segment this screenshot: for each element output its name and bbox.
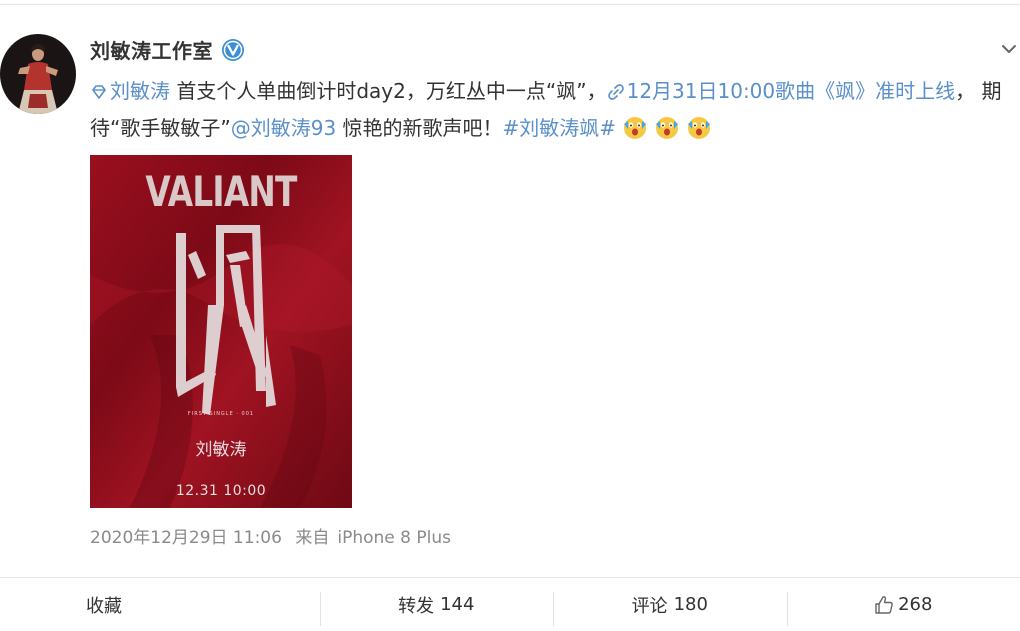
- topic-link-label: 刘敏涛: [110, 79, 170, 103]
- comment-button[interactable]: 评论 180: [553, 578, 787, 631]
- date-link[interactable]: 12月31日10:00歌曲《飒》准时上线: [607, 79, 956, 103]
- poster-subtitle: FIRST SINGLE · 001: [187, 411, 255, 417]
- collect-label: 收藏: [86, 595, 122, 617]
- collect-button[interactable]: 收藏: [0, 578, 320, 631]
- post-text: 刘敏涛 首支个人单曲倒计时day2，万红丛中一点“飒”， 12月31日10:00歌…: [90, 73, 1002, 147]
- author-name[interactable]: 刘敏涛工作室: [90, 35, 213, 64]
- like-count: 268: [898, 594, 933, 615]
- chevron-down-icon[interactable]: [1000, 40, 1018, 58]
- source-device[interactable]: iPhone 8 Plus: [337, 528, 451, 548]
- emoji-shocked-icon: [624, 117, 647, 139]
- verified-badge-icon: [222, 38, 244, 61]
- link-chain-icon: [607, 84, 624, 100]
- emoji-shocked-icon: [688, 117, 711, 139]
- repost-button[interactable]: 转发 144: [319, 578, 554, 631]
- post-meta: 2020年12月29日 11:06 来自 iPhone 8 Plus: [90, 523, 451, 548]
- poster-artist: 刘敏涛: [195, 440, 247, 460]
- poster-title: VALIANT: [145, 167, 297, 216]
- post-image[interactable]: VALIANT FIRST SINGLE · 001 刘敏涛 12.31 10:…: [90, 155, 352, 508]
- hashtag-link[interactable]: #刘敏涛飒#: [503, 116, 617, 140]
- repost-label: 转发: [398, 595, 435, 617]
- post-time[interactable]: 2020年12月29日 11:06: [90, 528, 282, 548]
- mention-link[interactable]: @刘敏涛93: [231, 116, 336, 140]
- post-text-part1: 首支个人单曲倒计时day2，万红丛中一点“飒”，: [170, 79, 607, 103]
- author-block: 刘敏涛工作室: [90, 35, 245, 64]
- action-bar: 收藏 转发 144 评论 180 268: [0, 578, 1020, 631]
- repost-count: 144: [440, 594, 475, 615]
- date-link-label: 12月31日10:00歌曲《飒》准时上线: [626, 79, 956, 103]
- top-divider: [0, 4, 1020, 5]
- super-topic-icon: [92, 85, 106, 99]
- emoji-shocked-icon: [656, 117, 679, 139]
- topic-link[interactable]: 刘敏涛: [90, 79, 170, 103]
- like-button[interactable]: 268: [786, 578, 1020, 631]
- source-prefix: 来自: [295, 528, 330, 548]
- thumbs-up-icon: [875, 595, 893, 614]
- comment-count: 180: [673, 594, 708, 615]
- poster-date: 12.31 10:00: [175, 483, 267, 499]
- avatar[interactable]: [0, 34, 76, 114]
- post-text-part3: 惊艳的新歌声吧！: [336, 116, 503, 140]
- comment-label: 评论: [631, 595, 668, 617]
